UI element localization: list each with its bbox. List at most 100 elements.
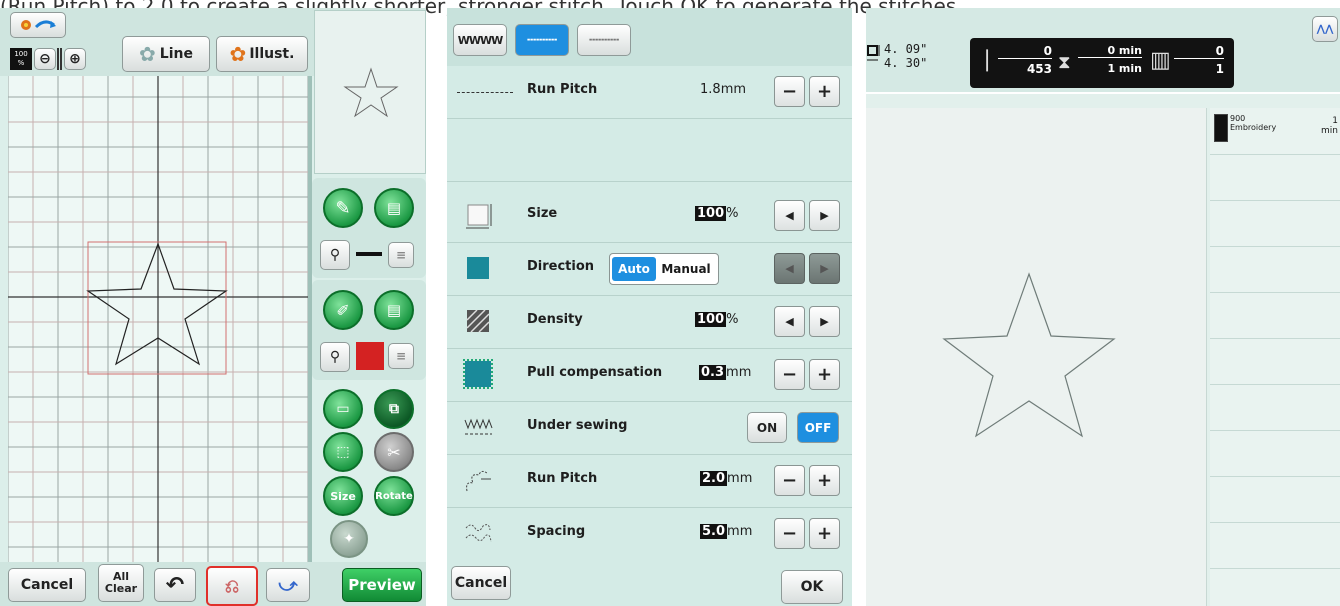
- density-increase[interactable]: ▶: [809, 306, 840, 337]
- design-edit-panel: 100 % ⊖ ⊕ ✿ Line ✿ Illust. ✎ ▤ ⚲ ≡ ✐ ▤ ⚲…: [0, 8, 426, 606]
- under-sewing-on[interactable]: ON: [747, 412, 787, 443]
- undo-pocket-button[interactable]: ⎌: [206, 566, 258, 606]
- line-button[interactable]: ✿ Line: [122, 36, 210, 72]
- under-sewing-off[interactable]: OFF: [797, 412, 839, 443]
- direction-manual-button[interactable]: Manual: [658, 257, 714, 281]
- fill-stitch-tab[interactable]: ╍╍╍╍╍: [515, 24, 569, 56]
- illust-button[interactable]: ✿ Illust.: [216, 36, 308, 72]
- density-decrease[interactable]: ◀: [774, 306, 805, 337]
- stitch-count-total: 453: [1026, 62, 1052, 76]
- zigzag-stitch-tab[interactable]: WWWW: [453, 24, 507, 56]
- rotate-button-label: Rotate: [375, 490, 413, 502]
- eyedropper-icon: ⚲: [329, 247, 341, 263]
- line-stitch-button[interactable]: ▤: [374, 188, 414, 228]
- line-eyedropper-button[interactable]: ⚲: [320, 240, 350, 270]
- eyedropper-icon: ⚲: [329, 349, 341, 365]
- stipple-stitch-tab[interactable]: ╍╍╍╍╍: [577, 24, 631, 56]
- redo-pocket-button[interactable]: ⤻: [266, 568, 310, 602]
- fill-brush-button[interactable]: ✐: [323, 290, 363, 330]
- spacing-unit: mm: [727, 524, 753, 539]
- under-sewing-row: Under sewing ON OFF: [447, 402, 852, 455]
- needle-icon: ❘: [978, 47, 997, 72]
- fill-stitch-icon: ╍╍╍╍╍: [526, 34, 558, 46]
- header-run-pitch-plus[interactable]: +: [809, 76, 840, 107]
- undo-button[interactable]: ↶: [154, 568, 196, 602]
- design-height: 4. 30": [884, 56, 928, 70]
- preview-button[interactable]: Preview: [342, 568, 422, 602]
- design-mode-button[interactable]: [10, 12, 66, 38]
- thread-color-item[interactable]: 900 Embroidery 1 min: [1214, 114, 1338, 150]
- paint-brush-icon: ✐: [336, 300, 350, 320]
- pocket-undo-icon: ⎌: [224, 575, 240, 597]
- zoom-in-button[interactable]: ⊕: [64, 48, 86, 70]
- fill-eyedropper-button[interactable]: ⚲: [320, 342, 350, 372]
- direction-auto-button[interactable]: Auto: [612, 257, 656, 281]
- size-decrease[interactable]: ◀: [774, 200, 805, 231]
- empty-region: [447, 119, 852, 182]
- zoom-divider: [57, 48, 62, 70]
- minus-icon: −: [781, 81, 798, 102]
- ok-button[interactable]: OK: [781, 570, 843, 604]
- size-increase[interactable]: ▶: [809, 200, 840, 231]
- header-run-pitch-row: Run Pitch 1.8mm − +: [447, 66, 852, 119]
- stamp-icon: ✦: [343, 531, 355, 547]
- fill-type-icon: ▤: [386, 301, 402, 319]
- run-pitch-value: 2.0: [700, 471, 728, 486]
- cancel-button[interactable]: Cancel: [8, 568, 86, 602]
- flower-arrow-icon: [21, 20, 56, 30]
- sewing-time-total: 1 min: [1107, 62, 1142, 75]
- spacing-minus[interactable]: −: [774, 518, 805, 549]
- star-outline: [86, 242, 228, 366]
- density-icon: [466, 309, 490, 333]
- pen-tool-button[interactable]: ✎: [323, 188, 363, 228]
- under-sewing-label: Under sewing: [527, 418, 628, 433]
- plus-icon: +: [816, 364, 833, 385]
- outline-stitch-icon: [466, 470, 491, 492]
- running-stitch-icon: [457, 92, 513, 93]
- star-thumbnail-icon: [343, 67, 399, 118]
- pull-compensation-minus[interactable]: −: [774, 359, 805, 390]
- flower-color-icon: ✿: [229, 42, 247, 66]
- under-sewing-off-label: OFF: [804, 420, 832, 435]
- spacing-plus[interactable]: +: [809, 518, 840, 549]
- stitch-view-icon: ⋀⋀: [1316, 23, 1334, 35]
- thread-list-line: [1210, 522, 1340, 523]
- stipple-icon: ╍╍╍╍╍: [588, 34, 620, 46]
- run-pitch-minus[interactable]: −: [774, 465, 805, 496]
- color-change-total: 1: [1215, 62, 1224, 76]
- direction-rotate-right[interactable]: ▶: [809, 253, 840, 284]
- cancel-button[interactable]: Cancel: [451, 566, 511, 600]
- direction-toggle: Auto Manual: [609, 253, 719, 285]
- select-button[interactable]: ⬚: [323, 432, 363, 472]
- list-icon: ≡: [395, 248, 407, 262]
- direction-rotate-left[interactable]: ◀: [774, 253, 805, 284]
- size-button[interactable]: Size: [323, 476, 363, 516]
- select-area-button[interactable]: ⧉: [374, 389, 414, 429]
- cancel-button-label: Cancel: [454, 575, 508, 591]
- size-unit: %: [726, 206, 739, 221]
- plus-icon: +: [816, 523, 833, 544]
- cut-button[interactable]: ✂: [374, 432, 414, 472]
- fill-color-swatch[interactable]: [356, 342, 384, 370]
- all-clear-button[interactable]: All Clear: [98, 564, 144, 602]
- stamp-button[interactable]: ✦: [330, 520, 368, 558]
- eraser-button[interactable]: ▭: [323, 389, 363, 429]
- grid-canvas-svg: [8, 76, 308, 582]
- triangle-right-icon: ▶: [820, 315, 829, 328]
- triangle-left-icon: ◀: [785, 209, 794, 222]
- sewing-stats: ❘ 0 453 ⧗ 0 min 1 min ▥ 0 1: [970, 38, 1234, 88]
- stitch-view-button[interactable]: ⋀⋀: [1312, 16, 1338, 42]
- rotate-button[interactable]: Rotate: [374, 476, 414, 516]
- stitch-type-icon: ▤: [386, 199, 402, 217]
- header-run-pitch-minus[interactable]: −: [774, 76, 805, 107]
- zoom-out-button[interactable]: ⊖: [34, 48, 56, 70]
- fill-list-button[interactable]: ≡: [388, 343, 414, 369]
- pull-compensation-plus[interactable]: +: [809, 359, 840, 390]
- drawing-canvas[interactable]: [8, 76, 308, 582]
- line-list-button[interactable]: ≡: [388, 242, 414, 268]
- stitch-preview-canvas[interactable]: [866, 108, 1207, 606]
- color-change-current: 0: [1174, 44, 1224, 59]
- line-button-label: Line: [159, 46, 193, 62]
- fill-stitch-button[interactable]: ▤: [374, 290, 414, 330]
- run-pitch-plus[interactable]: +: [809, 465, 840, 496]
